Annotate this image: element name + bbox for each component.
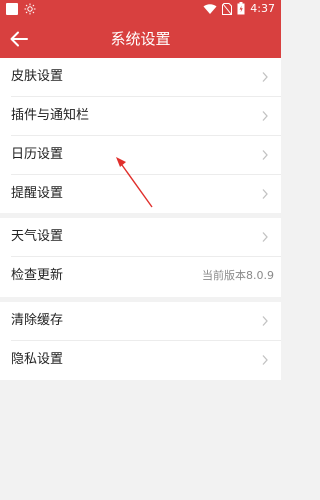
app-bar: 系统设置 bbox=[0, 20, 281, 58]
chevron-right-icon bbox=[262, 316, 268, 326]
item-label: 清除缓存 bbox=[11, 313, 64, 328]
version-text: 当前版本8.0.9 bbox=[202, 269, 274, 282]
chevron-right-icon bbox=[262, 189, 268, 199]
weather-settings-item[interactable]: 天气设置 bbox=[0, 218, 281, 256]
status-time: 4:37 bbox=[250, 2, 275, 15]
item-label: 检查更新 bbox=[11, 268, 64, 283]
chevron-right-icon bbox=[262, 355, 268, 365]
sun-icon bbox=[24, 3, 36, 15]
settings-group-3: 清除缓存 隐私设置 bbox=[0, 302, 281, 380]
skin-settings-item[interactable]: 皮肤设置 bbox=[0, 58, 281, 96]
item-label: 隐私设置 bbox=[11, 352, 64, 367]
chevron-right-icon bbox=[262, 72, 268, 82]
status-bar: 4:37 bbox=[0, 0, 281, 20]
item-label: 日历设置 bbox=[11, 147, 64, 162]
check-update-item[interactable]: 检查更新 当前版本8.0.9 bbox=[0, 257, 281, 295]
reminder-settings-item[interactable]: 提醒设置 bbox=[0, 175, 281, 213]
battery-icon bbox=[237, 2, 245, 15]
item-label: 皮肤设置 bbox=[11, 69, 64, 84]
item-label: 天气设置 bbox=[11, 229, 64, 244]
clear-cache-item[interactable]: 清除缓存 bbox=[0, 302, 281, 340]
page-title: 系统设置 bbox=[110, 30, 171, 48]
wifi-icon bbox=[203, 3, 217, 14]
settings-group-2: 天气设置 检查更新 当前版本8.0.9 bbox=[0, 218, 281, 297]
chevron-right-icon bbox=[262, 232, 268, 242]
chevron-right-icon bbox=[262, 150, 268, 160]
item-label: 提醒设置 bbox=[11, 186, 64, 201]
settings-group-1: 皮肤设置 插件与通知栏 日历设置 提醒设置 bbox=[0, 58, 281, 213]
calendar-settings-item[interactable]: 日历设置 bbox=[0, 136, 281, 174]
chevron-right-icon bbox=[262, 111, 268, 121]
notification-icon bbox=[6, 3, 18, 15]
no-sim-icon bbox=[222, 2, 233, 15]
item-label: 插件与通知栏 bbox=[11, 108, 90, 123]
privacy-settings-item[interactable]: 隐私设置 bbox=[0, 341, 281, 379]
widget-notification-item[interactable]: 插件与通知栏 bbox=[0, 97, 281, 135]
